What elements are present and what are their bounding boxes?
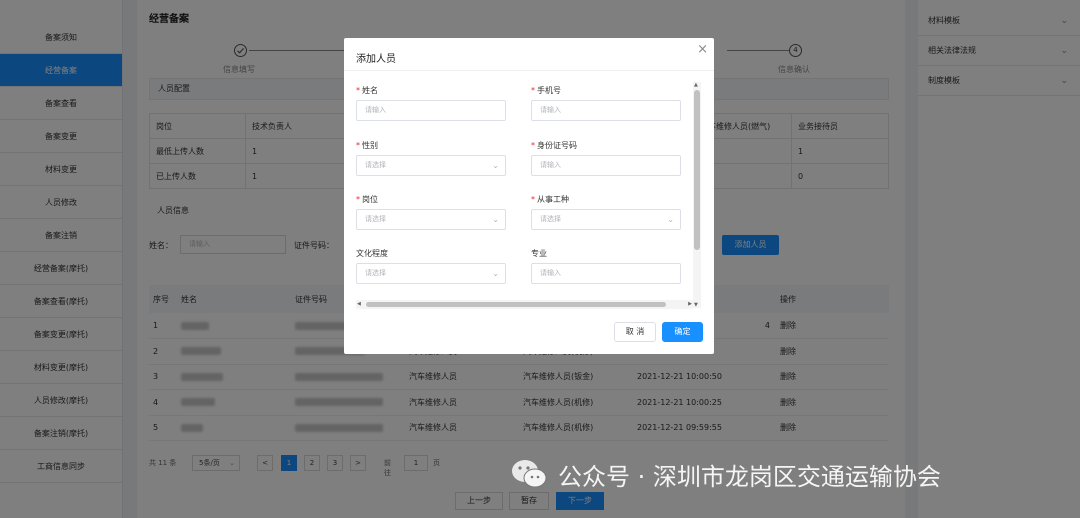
close-icon[interactable]: ×	[697, 42, 708, 57]
add-staff-dialog: 添加人员 × * 姓名 请输入 * 手机号 请输入 * 性别 请选择 ⌄ * 身份证号码 …	[344, 38, 714, 354]
chevron-down-icon: ⌄	[492, 161, 499, 170]
position-label: * 岗位	[356, 195, 378, 204]
gender-label: * 性别	[356, 141, 378, 150]
phone-label: * 手机号	[531, 86, 561, 95]
id-number-label: * 身份证号码	[531, 141, 577, 150]
confirm-button[interactable]: 确定	[662, 322, 703, 342]
watermark-text: 公众号 · 深圳市龙岗区交通运输协会	[558, 462, 941, 491]
education-label: 文化程度	[356, 249, 388, 258]
cancel-button[interactable]: 取 消	[614, 322, 656, 342]
scroll-up-icon[interactable]: ▲	[694, 82, 698, 88]
work-type-label: * 从事工种	[531, 195, 569, 204]
name-input[interactable]: 请输入	[356, 100, 506, 121]
work-type-select[interactable]: 请选择 ⌄	[531, 209, 681, 230]
name-label: * 姓名	[356, 86, 378, 95]
chevron-down-icon: ⌄	[492, 215, 499, 224]
scrollbar-thumb[interactable]	[694, 90, 700, 250]
scroll-right-icon[interactable]: ▶	[688, 301, 692, 307]
phone-input[interactable]: 请输入	[531, 100, 681, 121]
id-number-input[interactable]: 请输入	[531, 155, 681, 176]
chevron-down-icon: ⌄	[492, 269, 499, 278]
horizontal-scrollbar[interactable]: ◀ ▶	[356, 300, 693, 309]
major-label: 专业	[531, 249, 547, 258]
dialog-title: 添加人员	[356, 54, 396, 65]
chevron-down-icon: ⌄	[667, 215, 674, 224]
scroll-left-icon[interactable]: ◀	[357, 301, 361, 307]
watermark: 公众号 · 深圳市龙岗区交通运输协会	[510, 455, 941, 493]
education-select[interactable]: 请选择 ⌄	[356, 263, 506, 284]
scroll-down-icon[interactable]: ▼	[694, 302, 698, 308]
scrollbar-thumb[interactable]	[366, 302, 666, 307]
vertical-scrollbar[interactable]: ▲ ▼	[693, 82, 701, 308]
major-input[interactable]: 请输入	[531, 263, 681, 284]
divider	[344, 70, 714, 71]
gender-select[interactable]: 请选择 ⌄	[356, 155, 506, 176]
position-select[interactable]: 请选择 ⌄	[356, 209, 506, 230]
wechat-icon	[510, 457, 548, 491]
